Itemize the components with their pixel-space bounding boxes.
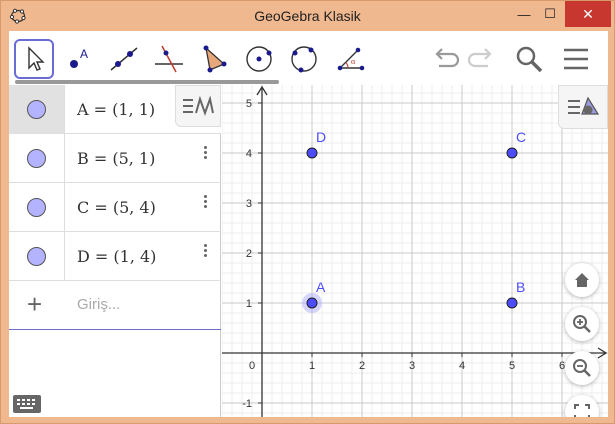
- algebra-row-c[interactable]: C = (5, 4): [9, 183, 221, 232]
- algebra-row-marker[interactable]: [9, 183, 65, 232]
- algebra-row-marker[interactable]: [9, 134, 65, 183]
- algebra-row-text[interactable]: B = (5, 1): [77, 149, 155, 168]
- x-tick-label: 3: [409, 360, 415, 372]
- point-label[interactable]: C: [516, 129, 526, 145]
- app-window: GeoGebra Klasik — ☐ ✕ A α A = (1, 1) B =…: [0, 0, 615, 424]
- more-options-icon[interactable]: [199, 193, 211, 213]
- polygon-tool[interactable]: [194, 39, 234, 79]
- menu-icon: [564, 48, 588, 70]
- home-icon: [575, 273, 589, 287]
- client-area: A α A = (1, 1) B = (5, 1) C = (5, 4) D =…: [9, 31, 608, 417]
- x-tick-label: 4: [459, 360, 465, 372]
- algebra-row-marker[interactable]: [9, 85, 65, 134]
- x-tick-label: 2: [359, 360, 365, 372]
- circle-icon: [246, 46, 272, 72]
- redo-icon: [467, 48, 492, 68]
- coordinate-plane[interactable]: 0 1 2 3 4 5 6-112345A BCD: [222, 85, 608, 417]
- point-visibility-toggle[interactable]: [27, 100, 46, 119]
- undo-button[interactable]: [427, 41, 463, 77]
- point-label[interactable]: D: [316, 129, 326, 145]
- keyboard-icon[interactable]: [13, 395, 41, 413]
- point-d[interactable]: [306, 147, 318, 159]
- x-tick-label: 1: [309, 360, 315, 372]
- algebra-row-d[interactable]: D = (1, 4): [9, 232, 221, 281]
- polygon-icon: [203, 45, 227, 73]
- main-menu-button[interactable]: [558, 41, 594, 77]
- algebra-style-icon: [183, 95, 214, 116]
- perpendicular-line-tool[interactable]: [149, 39, 189, 79]
- point-icon: A: [70, 47, 88, 68]
- zoom-in-button[interactable]: [565, 307, 599, 341]
- redo-button[interactable]: [464, 41, 500, 77]
- algebra-row-b[interactable]: B = (5, 1): [9, 134, 221, 183]
- zoom-out-button[interactable]: [565, 351, 599, 385]
- algebra-input-row[interactable]: + Giriş...: [9, 281, 221, 330]
- algebra-row-text[interactable]: C = (5, 4): [77, 198, 156, 217]
- search-icon: [516, 46, 543, 73]
- line-icon: [110, 47, 138, 71]
- minimize-button[interactable]: —: [511, 1, 537, 27]
- graphics-style-icon: [568, 96, 600, 115]
- algebra-input-field[interactable]: Giriş...: [77, 296, 120, 313]
- svg-text:A: A: [80, 47, 88, 61]
- y-tick-label: 2: [246, 248, 252, 260]
- svg-text:α: α: [351, 57, 356, 66]
- standard-view-button[interactable]: [565, 263, 599, 297]
- point-visibility-toggle[interactable]: [27, 149, 46, 168]
- close-button[interactable]: ✕: [565, 1, 611, 27]
- perpendicular-icon: [155, 45, 183, 73]
- toolbar: A α: [9, 31, 608, 85]
- zoom-out-icon: [573, 359, 591, 377]
- toolbar-scrollbar[interactable]: [15, 80, 279, 84]
- y-tick-label: -1: [242, 398, 252, 410]
- more-options-icon[interactable]: [199, 242, 211, 262]
- point-visibility-toggle[interactable]: [27, 247, 46, 266]
- y-tick-label: 4: [246, 148, 252, 160]
- y-tick-label: 5: [246, 98, 252, 110]
- algebra-view: A = (1, 1) B = (5, 1) C = (5, 4) D = (1,…: [9, 85, 221, 417]
- point-b[interactable]: [506, 297, 518, 309]
- point-tool[interactable]: A: [59, 39, 99, 79]
- more-options-icon[interactable]: [199, 144, 211, 164]
- point-c[interactable]: [506, 147, 518, 159]
- circle-three-points-tool[interactable]: [284, 39, 324, 79]
- search-button[interactable]: [511, 41, 547, 77]
- maximize-button[interactable]: ☐: [537, 1, 563, 27]
- arrow-cursor-icon: [28, 46, 45, 71]
- circle-center-point-tool[interactable]: [239, 39, 279, 79]
- graphics-style-bar-button[interactable]: [558, 85, 608, 129]
- y-tick-label: 3: [246, 198, 252, 210]
- point-a[interactable]: [306, 297, 318, 309]
- circle-three-points-icon: [291, 46, 317, 73]
- point-label[interactable]: B: [516, 279, 525, 295]
- fullscreen-icon: [574, 404, 590, 417]
- angle-tool[interactable]: α: [329, 39, 369, 79]
- algebra-row-text[interactable]: A = (1, 1): [77, 100, 155, 119]
- algebra-row-text[interactable]: D = (1, 4): [77, 247, 156, 266]
- add-icon[interactable]: +: [27, 289, 42, 320]
- x-tick-label: 0: [249, 360, 255, 372]
- angle-icon: α: [337, 47, 365, 71]
- algebra-row-marker[interactable]: [9, 232, 65, 281]
- x-tick-label: 5: [509, 360, 515, 372]
- graphics-view[interactable]: 0 1 2 3 4 5 6 -1 1 2 3 4 5 A B C D: [222, 85, 608, 417]
- undo-icon: [435, 48, 460, 68]
- title-bar[interactable]: GeoGebra Klasik — ☐ ✕: [1, 1, 614, 31]
- point-label[interactable]: A: [316, 279, 326, 295]
- move-tool[interactable]: [14, 39, 54, 79]
- zoom-in-icon: [573, 315, 591, 333]
- algebra-style-bar-button[interactable]: [175, 85, 221, 127]
- y-tick-label: 1: [246, 298, 252, 310]
- line-tool[interactable]: [104, 39, 144, 79]
- point-visibility-toggle[interactable]: [27, 198, 46, 217]
